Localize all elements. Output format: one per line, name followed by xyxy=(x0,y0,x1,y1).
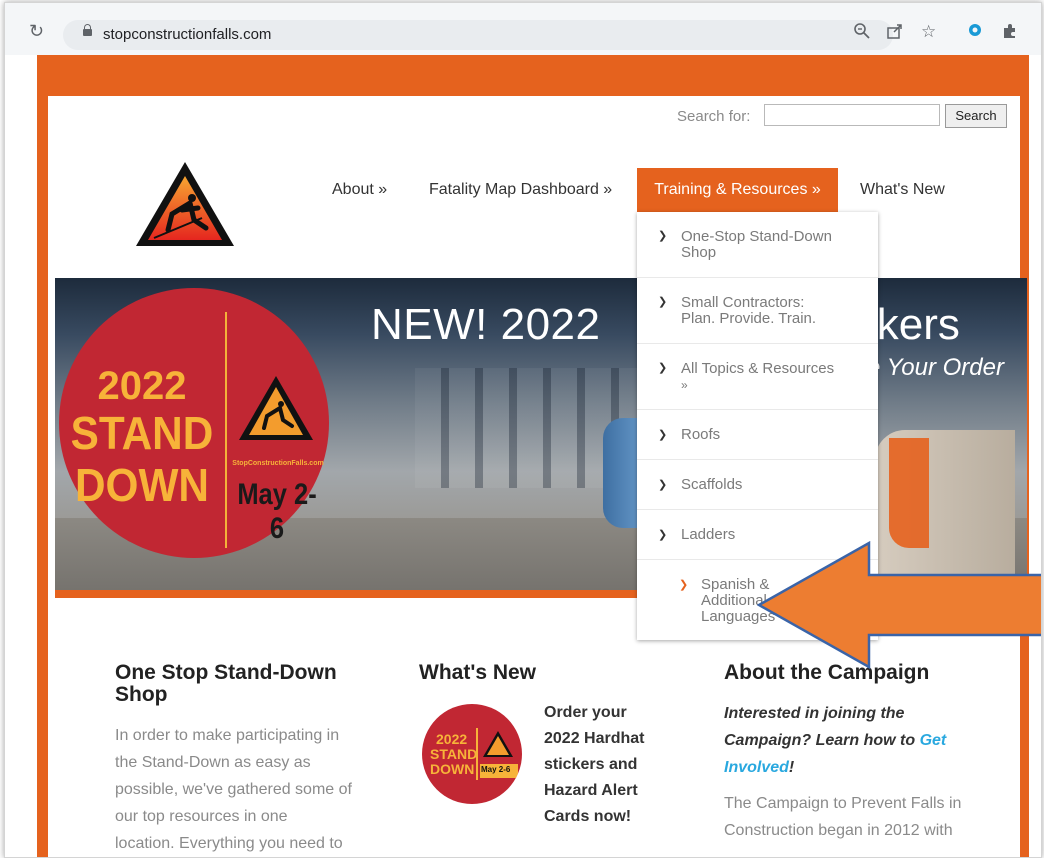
about-q-end: ! xyxy=(788,759,795,776)
shop-line: possible, we've gathered some of xyxy=(115,781,352,798)
dropdown-label-line: Shop xyxy=(681,244,717,261)
nav-fatality-map[interactable]: Fatality Map Dashboard » xyxy=(429,168,612,212)
dropdown-label-line: » xyxy=(681,378,688,392)
about-line: The Campaign to Prevent Falls in xyxy=(724,795,962,812)
about-q-line2a: Campaign? Learn how to xyxy=(724,732,920,749)
badge-site: StopConstructionFalls.com xyxy=(232,460,324,467)
search-label: Search for: xyxy=(677,108,751,125)
annotation-arrow-icon xyxy=(757,541,1041,669)
chevron-right-icon: ❯ xyxy=(658,479,668,491)
screenshot-frame: ↻ stopconstructionfalls.com ☆ Search for… xyxy=(4,2,1042,858)
nb-worker-icon xyxy=(483,731,513,757)
stand-down-badge: 2022 STAND DOWN StopConstructionFalls.co… xyxy=(59,288,329,558)
nb-stand: STAND xyxy=(430,746,478,762)
get-involved-link-2[interactable]: Involved xyxy=(724,759,789,776)
shop-line: our top resources in one xyxy=(115,808,288,825)
dropdown-label-line: Plan. Provide. Train. xyxy=(681,310,817,327)
dropdown-item-all-topics[interactable]: ❯ All Topics & Resources » xyxy=(637,344,878,410)
whats-new-text[interactable]: Order your 2022 Hardhat stickers and Haz… xyxy=(544,700,664,830)
dropdown-label-line: One-Stop Stand-Down xyxy=(681,228,832,245)
shop-line: the Stand-Down as easy as xyxy=(115,754,311,771)
badge-down: DOWN xyxy=(74,459,209,511)
dropdown-label: Scaffolds xyxy=(681,476,743,493)
address-bar[interactable]: stopconstructionfalls.com xyxy=(63,20,893,50)
news-line: 2022 Hardhat xyxy=(544,730,645,747)
badge-divider xyxy=(225,312,227,548)
dropdown-label: All Topics & Resources » xyxy=(681,361,861,393)
star-icon[interactable]: ☆ xyxy=(921,22,936,42)
share-icon[interactable] xyxy=(886,22,904,45)
about-q-line3: Involved! xyxy=(724,754,974,781)
about-body: The Campaign to Prevent Falls in Constru… xyxy=(724,790,974,844)
badge-year: 2022 xyxy=(97,364,187,408)
zoom-icon[interactable] xyxy=(853,22,871,45)
reload-icon[interactable]: ↻ xyxy=(29,21,44,42)
hero-worker-vest xyxy=(889,438,929,548)
browser-toolbar: ↻ stopconstructionfalls.com ☆ xyxy=(5,3,1041,55)
nav-whats-new[interactable]: What's New xyxy=(860,168,945,212)
dropdown-label: Roofs xyxy=(681,426,721,443)
nb-year: 2022 xyxy=(436,731,468,747)
chevron-right-icon: ❯ xyxy=(658,296,668,308)
dropdown-label-line: All Topics & Resources xyxy=(681,360,835,377)
dropdown-item-small-contractors[interactable]: ❯ Small Contractors: Plan. Provide. Trai… xyxy=(637,278,878,344)
badge-stand: STAND xyxy=(70,407,214,459)
about-line: Construction began in 2012 with xyxy=(724,822,953,839)
nb-down: DOWN xyxy=(430,761,475,777)
news-line: Hazard Alert xyxy=(544,782,638,799)
url-text[interactable]: stopconstructionfalls.com xyxy=(103,26,271,43)
nb-date: May 2-6 xyxy=(481,765,511,774)
about-q-line1: Interested in joining the xyxy=(724,705,905,722)
puzzle-icon[interactable] xyxy=(1001,22,1019,45)
get-involved-link-1[interactable]: Get xyxy=(920,732,947,749)
search-button[interactable]: Search xyxy=(945,104,1007,128)
dropdown-label: Small Contractors: Plan. Provide. Train. xyxy=(681,295,861,327)
dropdown-label: One-Stop Stand-Down Shop xyxy=(681,229,861,261)
about-question: Interested in joining the Campaign? Lear… xyxy=(724,700,974,781)
shop-text: In order to make participating in the St… xyxy=(115,722,352,857)
chevron-right-icon: ❯ xyxy=(658,362,668,374)
about-q-line2: Campaign? Learn how to Get xyxy=(724,727,974,754)
chevron-right-icon: ❯ xyxy=(658,529,668,541)
shop-title-line2[interactable]: Shop xyxy=(115,684,168,706)
news-line: stickers and xyxy=(544,756,638,773)
site-logo-icon[interactable] xyxy=(132,158,238,252)
badge-date: May 2-6 xyxy=(237,478,317,545)
nav-about[interactable]: About » xyxy=(332,168,387,212)
hero-title: NEW! 2022 xyxy=(371,300,601,349)
shop-line: location. Everything you need to xyxy=(115,835,343,852)
extension-blue-icon[interactable] xyxy=(967,22,983,43)
shop-line: In order to make participating in xyxy=(115,727,340,744)
news-line: Cards now! xyxy=(544,808,632,825)
dropdown-label-line: Small Contractors: xyxy=(681,294,805,311)
whats-new-badge[interactable]: 2022 STAND DOWN May 2-6 xyxy=(422,704,522,804)
search-input[interactable] xyxy=(764,104,940,126)
chevron-right-icon: ❯ xyxy=(658,230,668,242)
chevron-right-icon: ❯ xyxy=(658,429,668,441)
shop-title-line1[interactable]: One Stop Stand-Down xyxy=(115,662,337,684)
hero-subtitle: e Your Order xyxy=(867,354,1004,381)
dropdown-item-scaffolds[interactable]: ❯ Scaffolds xyxy=(637,460,878,510)
dropdown-item-roofs[interactable]: ❯ Roofs xyxy=(637,410,878,460)
lock-icon[interactable] xyxy=(83,24,92,36)
nb-divider xyxy=(476,728,478,780)
nav-training-resources[interactable]: Training & Resources » xyxy=(637,168,838,212)
page-content: Search for: Search About » Fatality Map … xyxy=(48,96,1027,857)
badge-worker-icon xyxy=(239,376,313,440)
whats-new-title: What's New xyxy=(419,661,537,684)
chevron-right-icon: ❯ xyxy=(679,579,689,591)
dropdown-item-one-stop[interactable]: ❯ One-Stop Stand-Down Shop xyxy=(637,212,878,278)
news-line: Order your xyxy=(544,704,627,721)
